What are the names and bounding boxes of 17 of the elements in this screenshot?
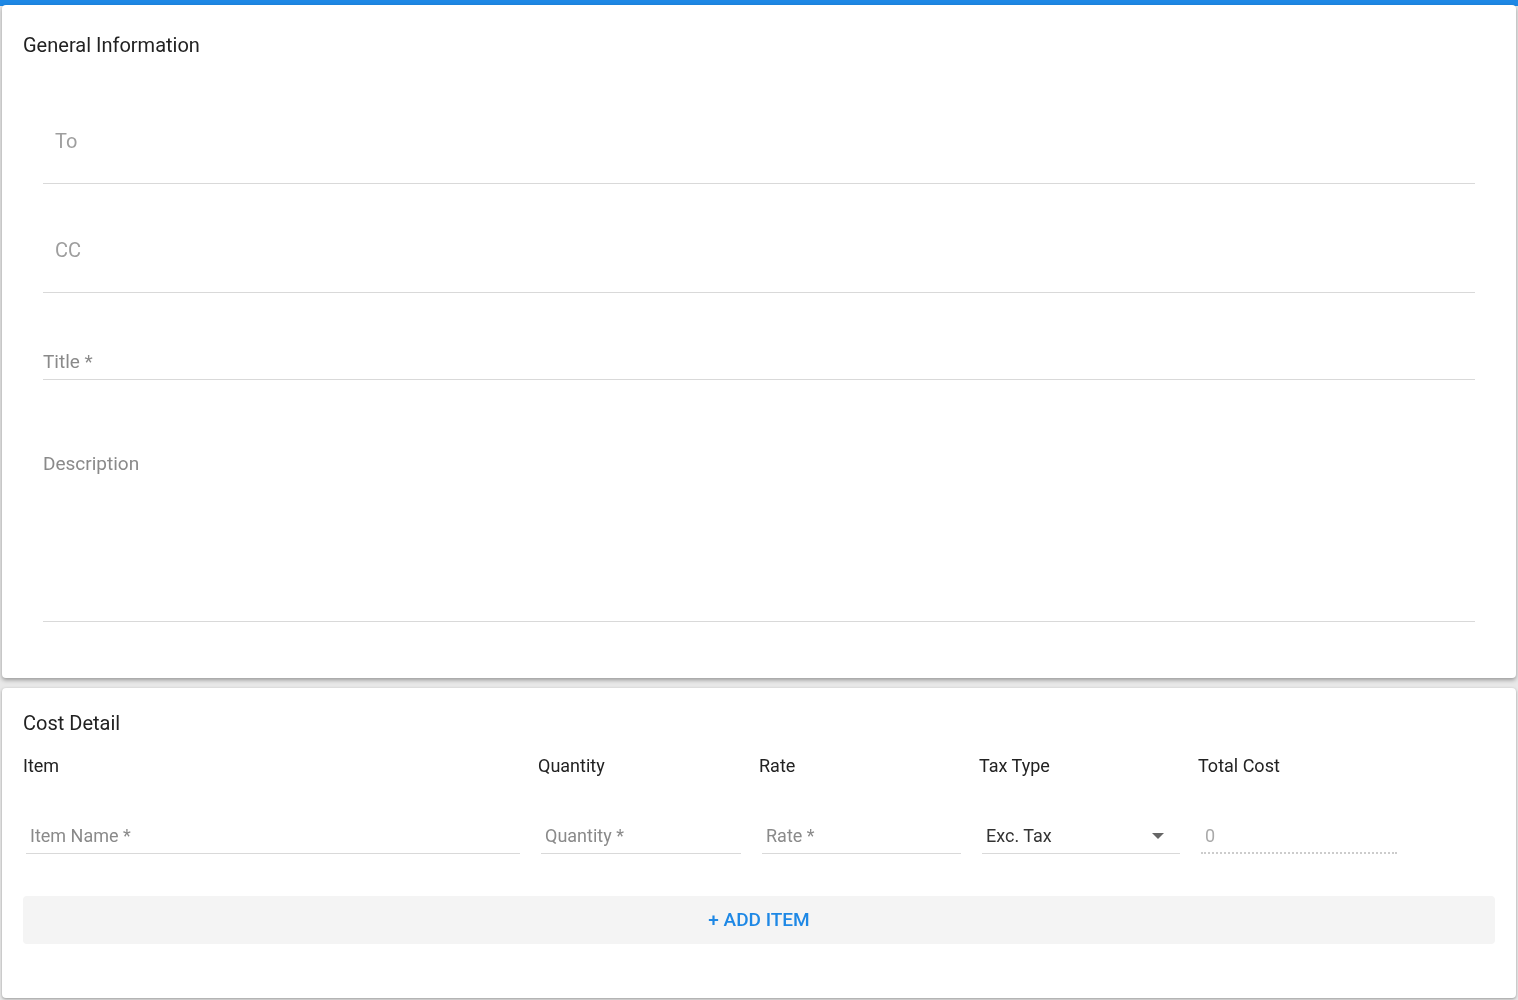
section-title: Cost Detail [23, 710, 122, 736]
column-header: Item [23, 755, 60, 776]
input-field[interactable]: Quantity * [541, 818, 741, 854]
description-field[interactable]: Description [43, 450, 1475, 622]
tax-type-select[interactable]: Exc. Tax [982, 818, 1180, 854]
input-field[interactable]: Item Name * [26, 818, 520, 854]
text-field[interactable]: Title * [43, 335, 1475, 380]
column-header: Tax Type [979, 755, 1050, 776]
column-header: Quantity [538, 755, 605, 776]
input-field[interactable]: Rate * [762, 818, 961, 854]
text-field[interactable]: CC [43, 184, 1475, 293]
text-field[interactable]: To [43, 75, 1475, 184]
add-item-button[interactable]: + ADD ITEM [23, 896, 1495, 944]
dropdown-caret-icon [1152, 832, 1164, 839]
section-title: General Information [23, 32, 201, 58]
column-header: Rate [759, 755, 796, 776]
column-header: Total Cost [1198, 755, 1280, 776]
